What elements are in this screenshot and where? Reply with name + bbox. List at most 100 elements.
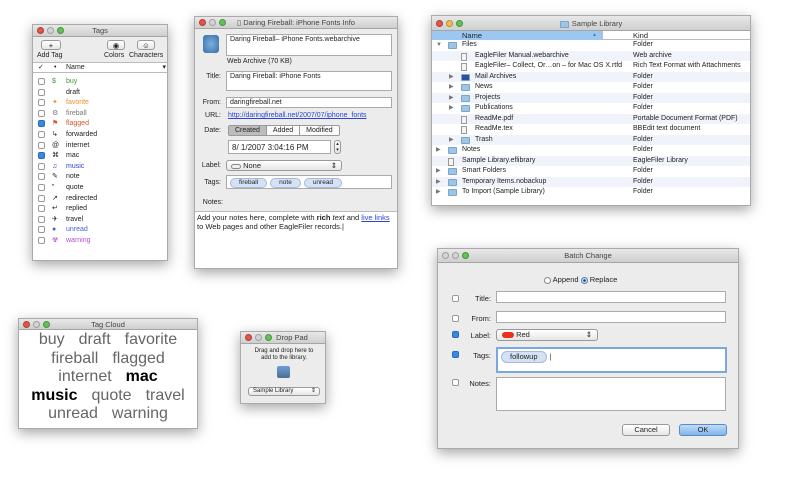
- disclosure-closed-icon[interactable]: ▶: [436, 177, 441, 188]
- disclosure-closed-icon[interactable]: ▶: [449, 135, 454, 146]
- file-row[interactable]: ▼ Files Folder: [432, 40, 750, 51]
- tag-token[interactable]: note: [270, 178, 301, 188]
- label-checkbox[interactable]: [452, 331, 459, 338]
- tag-cloud-word[interactable]: flagged: [112, 350, 165, 367]
- zoom-button[interactable]: [265, 334, 272, 341]
- disclosure-closed-icon[interactable]: ▶: [449, 103, 454, 114]
- tag-cloud-word[interactable]: favorite: [125, 331, 177, 348]
- tags-field[interactable]: fireball note unread: [226, 175, 392, 189]
- tag-cloud-word[interactable]: music: [31, 387, 77, 404]
- from-field[interactable]: daringfireball.net: [226, 97, 392, 108]
- zoom-button[interactable]: [219, 19, 226, 26]
- tag-row[interactable]: draft: [33, 88, 167, 98]
- file-row[interactable]: ▶ Projects Folder: [432, 92, 750, 104]
- date-field[interactable]: 8/ 1/2007 3:04:16 PM: [228, 140, 331, 154]
- close-button[interactable]: [23, 321, 30, 328]
- ok-button[interactable]: OK: [679, 424, 727, 436]
- minimize-button[interactable]: [209, 19, 216, 26]
- file-row[interactable]: Sample Library.eflibrary EagleFiler Libra…: [432, 155, 750, 166]
- zoom-button[interactable]: [462, 252, 469, 259]
- tag-row[interactable]: ↗ redirected: [33, 194, 167, 204]
- tag-cloud-word[interactable]: quote: [92, 387, 132, 404]
- chevron-down-icon[interactable]: ▾: [162, 63, 166, 73]
- drop-target-icon[interactable]: [277, 366, 290, 378]
- url-link[interactable]: http://daringfireball.net/2007/07/iphone…: [228, 112, 367, 119]
- tag-row[interactable]: ✎ note: [33, 172, 167, 182]
- minimize-button[interactable]: [255, 334, 262, 341]
- replace-radio[interactable]: Replace: [580, 275, 617, 284]
- close-button[interactable]: [37, 27, 44, 34]
- title-field[interactable]: Daring Fireball: iPhone Fonts: [226, 71, 392, 91]
- tab-modified[interactable]: Modified: [300, 126, 338, 135]
- tag-row[interactable]: ⚙ fireball: [33, 109, 167, 119]
- tag-checkbox[interactable]: [38, 173, 45, 181]
- tags-field[interactable]: followup |: [496, 347, 727, 373]
- tag-checkbox[interactable]: [38, 184, 45, 191]
- append-radio[interactable]: Append: [544, 275, 579, 284]
- tag-cloud-word[interactable]: unread: [48, 405, 98, 422]
- tag-row[interactable]: ⌘ mac: [33, 151, 167, 161]
- disclosure-closed-icon[interactable]: ▶: [436, 187, 441, 198]
- title-checkbox[interactable]: [452, 295, 459, 302]
- disclosure-closed-icon[interactable]: ▶: [449, 93, 454, 104]
- close-button[interactable]: [199, 19, 206, 26]
- file-row[interactable]: ▶ Trash Folder: [432, 134, 750, 146]
- from-checkbox[interactable]: [452, 315, 459, 322]
- tag-checkbox[interactable]: [38, 226, 45, 234]
- minimize-button[interactable]: [47, 27, 54, 34]
- disclosure-closed-icon[interactable]: ▶: [436, 145, 441, 156]
- title-field[interactable]: [496, 291, 726, 303]
- close-button[interactable]: [442, 252, 449, 259]
- tag-checkbox[interactable]: [38, 215, 45, 223]
- colors-button[interactable]: Colors: [104, 52, 124, 59]
- file-row[interactable]: ▶ Notes Folder: [432, 145, 750, 156]
- tag-checkbox[interactable]: [38, 88, 45, 96]
- tag-row[interactable]: ☢ warning: [33, 236, 167, 246]
- notes-editor[interactable]: Add your notes here, complete with rich …: [195, 211, 397, 268]
- file-row[interactable]: ▶ To Import (Sample Library) Folder: [432, 187, 750, 198]
- tab-created[interactable]: Created: [229, 126, 267, 135]
- tag-token[interactable]: fireball: [230, 178, 268, 188]
- tag-cloud-word[interactable]: mac: [126, 368, 158, 385]
- file-row[interactable]: ▶ Smart Folders Folder: [432, 166, 750, 177]
- file-row[interactable]: ▶ Temporary Items.nobackup Folder: [432, 176, 750, 188]
- tag-row[interactable]: $ buy: [33, 77, 167, 87]
- notes-checkbox[interactable]: [452, 379, 459, 386]
- minimize-button[interactable]: [452, 252, 459, 259]
- tag-row[interactable]: ↳ forwarded: [33, 130, 167, 140]
- label-popup[interactable]: None ⇕: [226, 160, 342, 171]
- column-icon[interactable]: •: [54, 63, 56, 73]
- tag-row[interactable]: ● unread: [33, 225, 167, 235]
- add-tag-icon[interactable]: +: [41, 40, 61, 50]
- tab-added[interactable]: Added: [267, 126, 301, 135]
- zoom-button[interactable]: [57, 27, 64, 34]
- tag-token[interactable]: followup: [501, 351, 547, 363]
- filename-field[interactable]: Daring Fireball– iPhone Fonts.webarchive: [226, 34, 392, 56]
- file-row[interactable]: ReadMe.tex BBEdit text document: [432, 124, 750, 135]
- colors-icon[interactable]: ◉: [107, 40, 125, 50]
- tag-cloud-word[interactable]: buy: [39, 331, 65, 348]
- tag-checkbox[interactable]: [38, 141, 45, 149]
- date-stepper[interactable]: ▴ ▾: [334, 140, 341, 154]
- file-row[interactable]: EagleFiler– Collect, Or…on – for Mac OS …: [432, 61, 750, 72]
- disclosure-closed-icon[interactable]: ▶: [436, 166, 441, 177]
- tag-token[interactable]: unread: [303, 178, 343, 188]
- tag-cloud-word[interactable]: travel: [146, 387, 185, 404]
- tag-row[interactable]: ✦ favorite: [33, 98, 167, 108]
- tag-checkbox[interactable]: [38, 237, 45, 244]
- tag-row[interactable]: @ internet: [33, 141, 167, 151]
- tag-row[interactable]: ↵ replied: [33, 204, 167, 214]
- column-check[interactable]: ✓: [38, 63, 44, 73]
- disclosure-closed-icon[interactable]: ▶: [449, 72, 454, 83]
- tag-row[interactable]: ♫ music: [33, 162, 167, 172]
- characters-icon[interactable]: ☺: [137, 40, 155, 50]
- file-row[interactable]: EagleFiler Manual.webarchive Web archive: [432, 50, 750, 61]
- disclosure-open-icon[interactable]: ▼: [436, 40, 442, 51]
- tag-cloud-word[interactable]: draft: [79, 331, 111, 348]
- zoom-button[interactable]: [43, 321, 50, 328]
- tag-cloud-word[interactable]: warning: [112, 405, 168, 422]
- close-button[interactable]: [436, 20, 443, 27]
- column-name[interactable]: Name: [432, 31, 602, 40]
- tag-checkbox[interactable]: [38, 109, 45, 117]
- tag-checkbox[interactable]: [38, 131, 45, 138]
